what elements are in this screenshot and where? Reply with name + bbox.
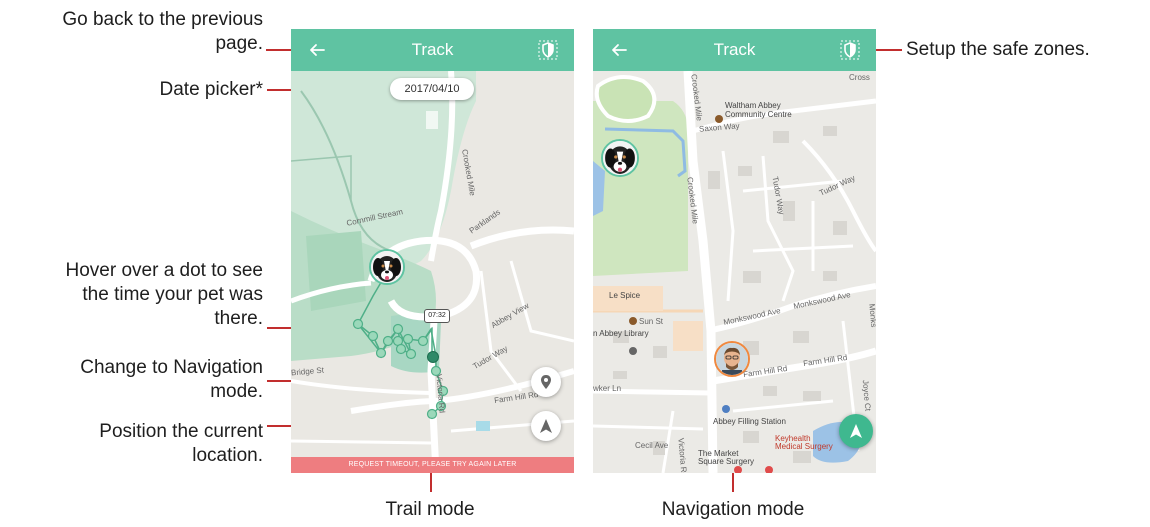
navigation-map-graphic — [593, 70, 876, 473]
navigation-arrow-icon — [540, 419, 552, 433]
annotation-back: Go back to the previous page. — [8, 8, 263, 56]
navigation-mode-screen: Waltham Abbey Community Centre Saxon Way… — [593, 29, 876, 473]
shield-icon — [538, 40, 558, 60]
navigation-mode-button[interactable] — [531, 367, 561, 397]
trail-top-bar: Track — [291, 29, 574, 71]
page-title: Track — [713, 40, 756, 59]
map-label: Cecil Ave — [635, 441, 669, 450]
map-label: Square Surgery — [698, 457, 755, 466]
map-label-line: Community Centre — [725, 110, 792, 119]
annotation-hover-line2: the time your pet was — [82, 284, 263, 305]
annotation-navigation: Change to Navigation mode. — [8, 356, 263, 404]
dog-icon — [371, 251, 403, 283]
location-pin-icon — [541, 375, 551, 389]
annotation-date-picker: Date picker* — [159, 79, 264, 100]
user-avatar[interactable] — [714, 341, 750, 377]
map-label: Le Spice — [609, 291, 641, 300]
annotation-back-line2: page. — [215, 33, 263, 54]
dog-icon — [603, 141, 637, 175]
annotation-hover-line1: Hover over a dot to see — [65, 260, 264, 281]
pet-avatar[interactable] — [601, 139, 639, 177]
navigation-map[interactable]: Waltham Abbey Community Centre Saxon Way… — [593, 70, 876, 473]
annotation-back-line1: Go back to the previous — [62, 9, 263, 30]
locate-button[interactable] — [531, 411, 561, 441]
navigate-button[interactable] — [839, 414, 873, 448]
person-icon — [716, 343, 748, 375]
trail-map[interactable]: Cornmill Stream Crooked Mile Parklands F… — [291, 70, 574, 473]
annotation-hover: Hover over a dot to see the time your pe… — [8, 259, 264, 331]
annotation-position-line1: Position the current — [99, 421, 263, 442]
trail-map-graphic — [291, 70, 574, 473]
trail-mode-screen: Cornmill Stream Crooked Mile Parklands F… — [291, 29, 574, 473]
annotation-navigation-line1: Change to Navigation — [80, 357, 263, 378]
annotation-navigation-line2: mode. — [210, 381, 263, 402]
safe-zone-button[interactable] — [536, 38, 560, 62]
map-label: wker Ln — [593, 384, 622, 393]
caption-trail-mode: Trail mode — [385, 499, 475, 520]
caption-navigation-mode: Navigation mode — [661, 499, 805, 520]
annotation-hover-line3: there. — [214, 308, 263, 329]
map-label: Medical Surgery — [775, 442, 833, 451]
navigation-arrow-icon — [850, 424, 862, 438]
map-label: Sun St — [639, 317, 664, 326]
error-banner: REQUEST TIMEOUT, PLEASE TRY AGAIN LATER — [291, 457, 574, 473]
annotation-position-line2: location. — [192, 445, 263, 466]
map-label: Abbey Filling Station — [713, 417, 786, 426]
map-label: n Abbey Library — [593, 329, 649, 338]
map-label: Community Centre — [725, 110, 792, 119]
map-label: Waltham Abbey — [725, 101, 781, 110]
annotation-safe-zones: Setup the safe zones. — [906, 39, 1090, 60]
map-label: Cross — [849, 73, 870, 82]
page-title: Track — [411, 40, 454, 59]
map-label: Monks — [867, 303, 876, 328]
annotation-position: Position the current location. — [8, 420, 263, 468]
shield-icon — [840, 40, 860, 60]
map-label-line: Waltham Abbey — [725, 101, 781, 110]
pet-avatar[interactable] — [369, 249, 405, 285]
date-picker[interactable]: 2017/04/10 — [390, 78, 474, 100]
safe-zone-button[interactable] — [838, 38, 862, 62]
navigation-top-bar: Track — [593, 29, 876, 71]
time-tooltip: 07:32 — [424, 309, 450, 323]
